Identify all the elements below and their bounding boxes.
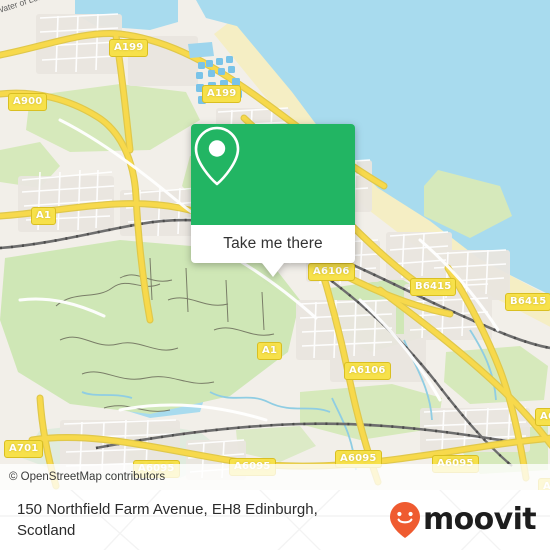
footer-bar: 150 Northfield Farm Avenue, EH8 Edinburg… bbox=[0, 490, 550, 550]
road-shield-a1-2: A1 bbox=[257, 342, 283, 360]
road-shield-a6-edge: A6 bbox=[535, 408, 550, 426]
map-attribution-bar: © OpenStreetMap contributors bbox=[0, 464, 550, 490]
popup-tail-pointer bbox=[262, 263, 284, 277]
road-shield-a199-2: A199 bbox=[202, 85, 242, 103]
popup-pin-panel bbox=[191, 124, 355, 225]
road-shield-a701: A701 bbox=[4, 440, 44, 458]
road-shield-a199-1: A199 bbox=[109, 39, 149, 57]
location-popup-card[interactable]: Take me there bbox=[191, 124, 355, 277]
road-shield-a6106-2: A6106 bbox=[344, 362, 391, 380]
map-canvas[interactable]: Water of Leith A199 A900 A199 A1 A6106 B… bbox=[0, 0, 550, 490]
moovit-map-share-card: Water of Leith A199 A900 A199 A1 A6106 B… bbox=[0, 0, 550, 550]
road-shield-b6415-1: B6415 bbox=[410, 278, 457, 296]
take-me-there-button[interactable]: Take me there bbox=[191, 225, 355, 263]
map-pin-icon bbox=[194, 126, 240, 186]
road-shield-a1-1: A1 bbox=[31, 207, 57, 225]
take-me-there-label: Take me there bbox=[223, 235, 323, 252]
address-text: 150 Northfield Farm Avenue, EH8 Edinburg… bbox=[17, 500, 318, 539]
openstreetmap-attribution-text[interactable]: © OpenStreetMap contributors bbox=[0, 471, 165, 483]
moovit-wordmark: moovit bbox=[422, 502, 537, 537]
moovit-smiley-pin-icon bbox=[389, 502, 420, 538]
road-shield-a900: A900 bbox=[8, 93, 48, 111]
road-shield-b6415-2: B6415 bbox=[505, 293, 550, 311]
road-shield-a6106-1: A6106 bbox=[308, 263, 355, 281]
moovit-logo[interactable]: moovit bbox=[387, 500, 550, 540]
